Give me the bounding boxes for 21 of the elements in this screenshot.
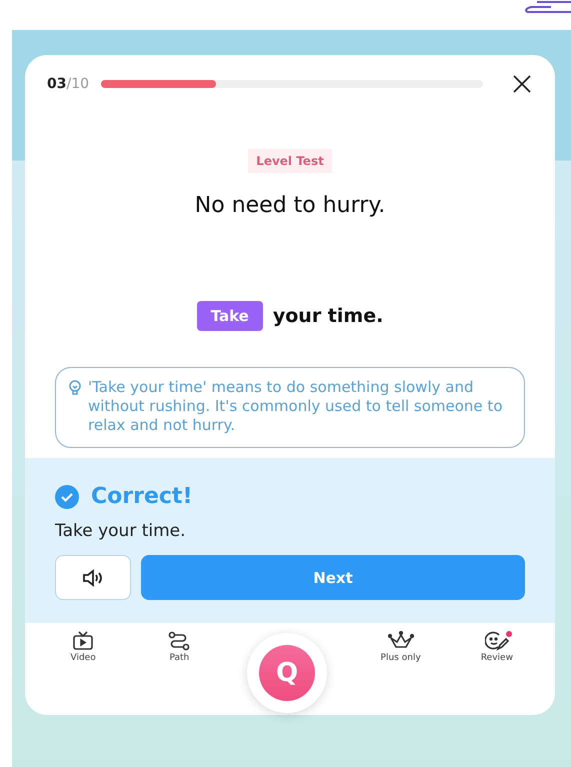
- tv-icon: [72, 631, 94, 651]
- prompt-sentence: No need to hurry.: [194, 193, 386, 218]
- hint-text: 'Take your time' means to do something slowly and without rushing. It's commonly used to tell someone to relax and not hurry.: [88, 378, 504, 435]
- level-test-tag: Level Test: [248, 149, 332, 173]
- close-icon: [511, 73, 533, 95]
- answer-text: your time.: [272, 305, 384, 327]
- face-pencil-icon: [484, 631, 509, 651]
- route-icon: [168, 631, 190, 651]
- speaker-icon: [82, 568, 104, 586]
- nav-item[interactable]: Review: [448, 631, 545, 663]
- nav-item[interactable]: Path: [131, 631, 228, 663]
- nav-item[interactable]: Video: [35, 631, 132, 663]
- lightbulb-icon: [68, 380, 82, 396]
- crown-icon: [388, 631, 414, 651]
- speaker-button[interactable]: [55, 555, 131, 600]
- result-sentence: Take your time.: [55, 521, 187, 541]
- close-button[interactable]: [511, 73, 533, 95]
- result-title: Correct!: [91, 484, 192, 509]
- nav-item[interactable]: Plus only: [352, 631, 449, 663]
- answer-word[interactable]: Take: [196, 301, 263, 331]
- question-counter: 03/10: [47, 76, 90, 92]
